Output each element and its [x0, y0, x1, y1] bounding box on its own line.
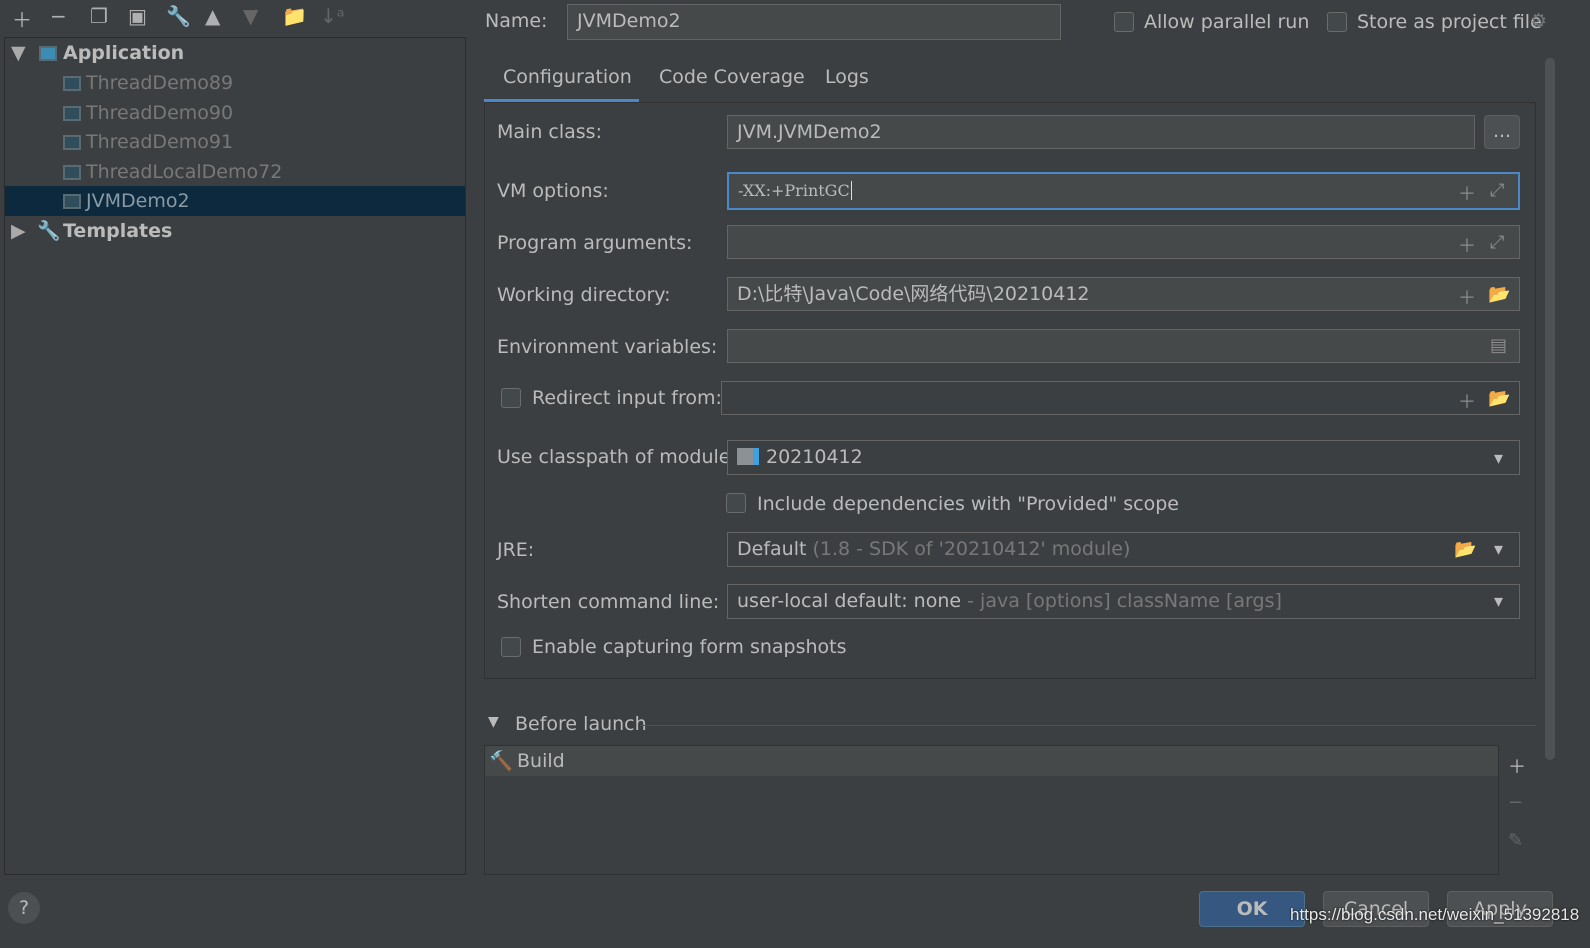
save-icon[interactable]: ▣	[128, 4, 147, 28]
tree-label: JVMDemo2	[86, 190, 190, 212]
redirect-input-label: Redirect input from:	[532, 387, 722, 409]
sort-alpha-icon[interactable]: ↓ᵃ	[320, 4, 345, 28]
allow-parallel-checkbox[interactable]	[1114, 12, 1134, 32]
tab-logs[interactable]: Logs	[825, 66, 869, 88]
wrench-icon[interactable]: 🔧	[166, 4, 191, 28]
expand-icon[interactable]: ▼	[11, 38, 26, 68]
divider	[640, 725, 1536, 726]
include-deps-label: Include dependencies with "Provided" sco…	[757, 493, 1179, 515]
plus-icon[interactable]: ＋	[1458, 180, 1476, 206]
working-directory-label: Working directory:	[497, 284, 671, 306]
edit-task-icon[interactable]: ✎	[1508, 830, 1523, 851]
redirect-input-checkbox[interactable]	[501, 388, 521, 408]
app-config-icon	[63, 135, 81, 150]
main-class-label: Main class:	[497, 121, 602, 143]
module-select[interactable]: 20210412	[727, 440, 1520, 475]
folder-icon[interactable]: 📂	[1488, 388, 1510, 409]
vm-options-label: VM options:	[497, 180, 609, 202]
module-folder-icon	[737, 448, 759, 465]
scrollbar[interactable]	[1545, 58, 1555, 760]
shorten-value: user-local default: none	[737, 590, 962, 612]
config-tree[interactable]: ▼ Application ThreadDemo89 ThreadDemo90 …	[4, 37, 466, 875]
vm-options-input[interactable]: -XX:+PrintGC	[727, 172, 1520, 210]
chevron-down-icon[interactable]: ▾	[1494, 591, 1503, 612]
jre-value: Default	[737, 538, 807, 560]
environment-variables-input[interactable]	[727, 329, 1520, 363]
before-launch-title: Before launch	[515, 713, 647, 735]
browse-button[interactable]: ...	[1484, 115, 1520, 149]
arrow-down-icon[interactable]: ▼	[243, 4, 258, 28]
tree-item[interactable]: ThreadDemo90	[5, 98, 465, 128]
build-label: Build	[517, 750, 565, 772]
name-input[interactable]: JVMDemo2	[567, 4, 1061, 40]
minus-icon[interactable]: −	[50, 4, 67, 28]
arrow-up-icon[interactable]: ▲	[205, 4, 220, 28]
tree-item[interactable]: ThreadLocalDemo72	[5, 157, 465, 187]
tree-label: ThreadLocalDemo72	[86, 161, 283, 183]
main-class-input[interactable]: JVM.JVMDemo2	[727, 115, 1475, 149]
folder-icon[interactable]: 📂	[1454, 539, 1476, 560]
jre-select[interactable]: Default (1.8 - SDK of '20210412' module)	[727, 532, 1520, 567]
copy-icon[interactable]: ❐	[90, 4, 108, 28]
expand-icon[interactable]: ▶	[11, 216, 26, 246]
program-arguments-label: Program arguments:	[497, 232, 693, 254]
chevron-down-icon[interactable]: ▾	[1494, 539, 1503, 560]
app-config-icon	[63, 76, 81, 91]
wrench-icon: 🔧	[37, 220, 61, 242]
app-config-icon	[63, 165, 81, 180]
jre-label: JRE:	[497, 539, 535, 561]
add-task-icon[interactable]: ＋	[1508, 753, 1526, 779]
plus-icon[interactable]: ＋	[1458, 284, 1476, 310]
hammer-icon: 🔨	[489, 750, 513, 772]
help-button[interactable]: ?	[8, 892, 40, 924]
environment-variables-label: Environment variables:	[497, 336, 718, 358]
tree-label: ThreadDemo90	[86, 102, 234, 124]
application-icon	[39, 46, 57, 61]
tree-node-application[interactable]: ▼ Application	[5, 38, 465, 68]
before-launch-item[interactable]: 🔨 Build	[485, 746, 1498, 776]
app-config-icon	[63, 106, 81, 121]
name-label: Name:	[485, 10, 548, 32]
document-icon[interactable]: ▤	[1490, 335, 1507, 356]
remove-task-icon[interactable]: −	[1508, 792, 1523, 813]
plus-icon[interactable]: ＋	[1458, 388, 1476, 414]
tree-label: Templates	[63, 220, 173, 242]
shorten-hint: - java [options] className [args]	[967, 590, 1282, 612]
expand-icon[interactable]: ⤢	[1490, 180, 1504, 201]
tree-item[interactable]: ThreadDemo89	[5, 68, 465, 98]
program-arguments-input[interactable]	[727, 225, 1520, 259]
app-config-icon	[63, 194, 81, 209]
shorten-command-select[interactable]: user-local default: none - java [options…	[727, 584, 1520, 619]
tab-code-coverage[interactable]: Code Coverage	[659, 66, 805, 88]
include-deps-checkbox[interactable]	[726, 493, 746, 513]
watermark: https://blog.csdn.net/weixin_51392818	[1290, 905, 1580, 924]
tree-item[interactable]: ThreadDemo91	[5, 127, 465, 157]
plus-icon[interactable]: ＋	[12, 4, 32, 33]
new-folder-icon[interactable]: 📁	[282, 4, 307, 28]
store-project-checkbox[interactable]	[1327, 12, 1347, 32]
shorten-command-label: Shorten command line:	[497, 591, 720, 613]
gear-icon[interactable]: ⚙	[1530, 10, 1547, 32]
snapshots-label: Enable capturing form snapshots	[532, 636, 847, 658]
working-directory-input[interactable]: D:\比特\Java\Code\网络代码\20210412	[727, 277, 1520, 311]
module-value: 20210412	[766, 446, 863, 468]
chevron-down-icon[interactable]: ▾	[1494, 448, 1503, 469]
vm-options-value: -XX:+PrintGC	[738, 181, 850, 200]
expand-icon[interactable]: ⤢	[1490, 232, 1504, 253]
plus-icon[interactable]: ＋	[1458, 232, 1476, 258]
collapse-icon[interactable]: ▼	[488, 714, 499, 730]
module-label: Use classpath of module:	[497, 446, 737, 468]
redirect-input-field[interactable]	[721, 381, 1520, 415]
store-project-label: Store as project file	[1357, 11, 1542, 33]
tree-item-selected[interactable]: JVMDemo2	[5, 186, 465, 216]
tree-label: ThreadDemo89	[86, 72, 234, 94]
tab-configuration[interactable]: Configuration	[503, 66, 632, 88]
tree-node-templates[interactable]: ▶ 🔧 Templates	[5, 216, 465, 246]
allow-parallel-label: Allow parallel run	[1144, 11, 1310, 33]
tree-label: Application	[63, 42, 185, 64]
folder-icon[interactable]: 📂	[1488, 284, 1510, 305]
jre-hint: (1.8 - SDK of '20210412' module)	[812, 538, 1131, 560]
tree-label: ThreadDemo91	[86, 131, 234, 153]
snapshots-checkbox[interactable]	[501, 637, 521, 657]
